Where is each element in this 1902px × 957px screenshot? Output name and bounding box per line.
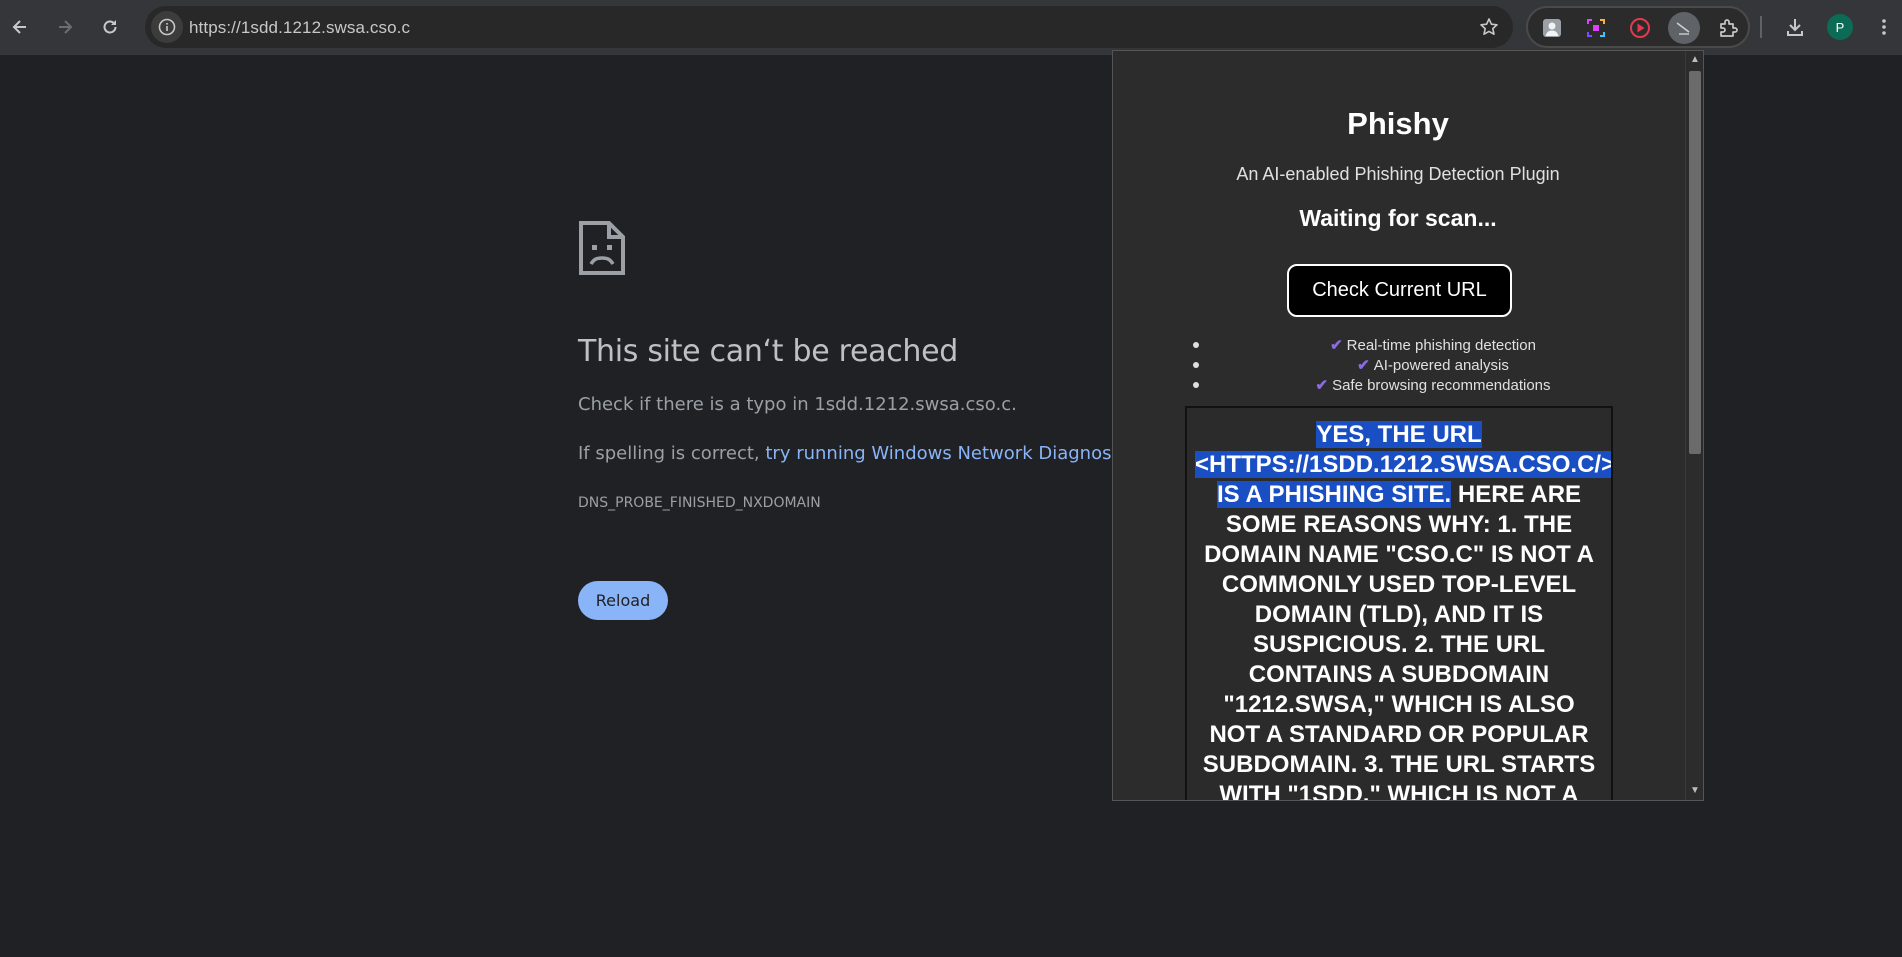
scroll-up-arrow-icon[interactable]: ▲ (1689, 54, 1701, 66)
extension-3-button[interactable] (1624, 12, 1656, 44)
puzzle-icon (1720, 19, 1738, 37)
address-bar[interactable]: https://1sdd.1212.swsa.cso.c (145, 6, 1513, 48)
network-diagnostics-link[interactable]: try running Windows Network Diagnostics (765, 443, 1142, 464)
browser-menu-button[interactable] (1868, 11, 1900, 43)
popup-scrollbar[interactable]: ▲ ▼ (1685, 51, 1703, 800)
star-icon (1480, 18, 1498, 35)
feature-label: AI-powered analysis (1373, 357, 1509, 374)
extensions-group (1526, 6, 1750, 48)
person-card-icon (1543, 19, 1561, 37)
forward-button[interactable] (49, 11, 81, 43)
scan-result-text: Here are some reasons why: 1. The domain… (1202, 481, 1596, 801)
reload-page-button[interactable]: Reload (578, 581, 668, 620)
color-picker-icon (1587, 19, 1605, 37)
popup-subtitle: An AI-enabled Phishing Detection Plugin (1236, 164, 1560, 184)
address-url[interactable]: https://1sdd.1212.swsa.cso.c (189, 18, 410, 38)
extensions-menu-button[interactable] (1712, 12, 1744, 44)
feature-label: Real-time phishing detection (1346, 337, 1536, 354)
info-icon (158, 18, 176, 36)
extension-2-button[interactable] (1580, 12, 1612, 44)
download-icon (1787, 19, 1803, 36)
record-icon (1630, 18, 1650, 38)
scroll-thumb[interactable] (1689, 71, 1701, 454)
feature-item: ✔ Real-time phishing detection (1183, 335, 1683, 355)
check-url-button[interactable]: Check Current URL (1287, 264, 1512, 317)
toolbar-divider (1760, 16, 1762, 38)
typo-hint: Check if there is a typo in 1sdd.1212.sw… (578, 394, 1017, 415)
bookmark-star-button[interactable] (1477, 15, 1501, 39)
more-vert-icon (1882, 19, 1886, 35)
spelling-hint: If spelling is correct, try running Wind… (578, 443, 1149, 464)
scan-result[interactable]: Yes, the URL <https://1sdd.1212.swsa.cso… (1185, 406, 1613, 801)
feature-item: ✔ Safe browsing recommendations (1183, 375, 1683, 395)
error-code: DNS_PROBE_FINISHED_NXDOMAIN (578, 495, 821, 511)
feature-label: Safe browsing recommendations (1332, 377, 1551, 394)
phishy-extension-button[interactable] (1668, 12, 1700, 44)
back-button[interactable] (4, 11, 36, 43)
check-icon: ✔ (1315, 377, 1329, 394)
popup-title: Phishy (1347, 106, 1449, 141)
error-title: This site can‘t be reached (578, 334, 959, 369)
feature-text: ✔ Real-time phishing detection (1183, 336, 1683, 354)
phishy-popup: Phishy An AI-enabled Phishing Detection … (1112, 50, 1704, 801)
arrow-left-icon (12, 20, 26, 34)
scan-status: Waiting for scan... (1299, 205, 1497, 231)
feature-item: ✔ AI-powered analysis (1183, 355, 1683, 375)
extension-1-button[interactable] (1536, 12, 1568, 44)
check-icon: ✔ (1330, 337, 1343, 354)
fishing-hook-icon (1676, 22, 1690, 35)
reload-button[interactable] (94, 11, 126, 43)
feature-text: ✔ AI-powered analysis (1183, 356, 1683, 374)
reload-icon (103, 20, 117, 34)
check-icon: ✔ (1357, 357, 1370, 374)
downloads-button[interactable] (1779, 11, 1811, 43)
sad-document-icon (578, 220, 626, 281)
scroll-down-arrow-icon[interactable]: ▼ (1689, 785, 1701, 797)
arrow-right-icon (59, 20, 73, 34)
feature-list: ✔ Real-time phishing detection ✔ AI-powere… (1183, 335, 1683, 395)
spelling-hint-prefix: If spelling is correct, (578, 443, 766, 464)
browser-toolbar: https://1sdd.1212.swsa.cso.c P (0, 0, 1902, 55)
feature-text: ✔ Safe browsing recommendations (1183, 376, 1683, 394)
profile-avatar[interactable]: P (1827, 14, 1853, 40)
site-info-button[interactable] (151, 11, 183, 43)
